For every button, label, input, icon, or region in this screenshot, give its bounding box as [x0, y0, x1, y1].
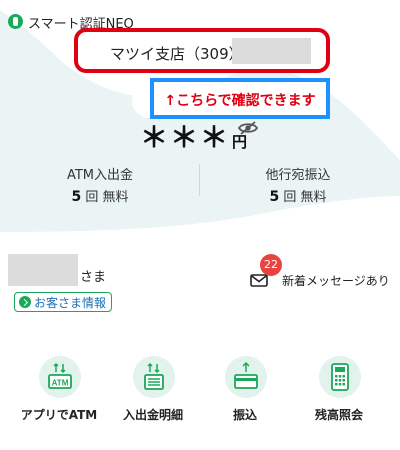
action-transfer-label: 振込 — [232, 408, 257, 422]
stat-atm: ATM入出金 5 回 無料 — [40, 164, 160, 205]
chevron-right-circle-icon — [19, 296, 31, 308]
action-statement[interactable]: 入出金明細 — [108, 356, 198, 426]
eye-off-icon[interactable] — [238, 120, 258, 136]
user-name-masked — [8, 254, 78, 286]
balance-value: ＊＊＊ — [140, 121, 231, 154]
action-app-atm[interactable]: ATM アプリでATM — [14, 356, 104, 426]
stat-atm-unit: 回 — [85, 190, 99, 205]
action-app-atm-label: アプリでATM — [20, 408, 98, 422]
callout-text: ↑こちらで確認できます — [164, 93, 316, 109]
action-transfer[interactable]: 振込 — [200, 356, 290, 426]
stat-transfer-unit: 回 — [283, 190, 297, 205]
action-balance-inquiry-label: 残高照会 — [314, 408, 363, 422]
customer-info-button[interactable]: お客さま情報 — [14, 292, 112, 312]
svg-text:ATM: ATM — [52, 379, 69, 388]
shield-icon — [8, 14, 23, 29]
stat-transfer-fee: 無料 — [300, 190, 327, 205]
account-branch-box: マツイ支店（309） — [74, 28, 330, 73]
statement-icon — [133, 356, 175, 398]
transfer-card-icon — [225, 356, 267, 398]
stat-atm-value: 5 回 無料 — [40, 186, 160, 205]
branch-label: マツイ支店（309） — [110, 45, 244, 63]
stat-transfer-value: 5 回 無料 — [238, 186, 358, 205]
stat-atm-fee: 無料 — [102, 190, 129, 205]
balance-display: ＊＊＊ 円 — [140, 116, 247, 154]
message-count-badge: 22 — [260, 254, 282, 276]
stat-transfer-count: 5 — [269, 189, 280, 205]
callout-annotation: ↑こちらで確認できます — [150, 78, 330, 119]
action-balance-inquiry[interactable]: 残高照会 — [294, 356, 384, 426]
stat-atm-count: 5 — [71, 189, 82, 205]
envelope-icon — [250, 274, 268, 287]
stat-divider — [199, 164, 200, 196]
stat-transfer: 他行宛振込 5 回 無料 — [238, 164, 358, 205]
stat-atm-label: ATM入出金 — [66, 168, 134, 183]
customer-info-label: お客さま情報 — [34, 295, 107, 310]
user-honorific: さま — [80, 270, 107, 285]
calculator-icon — [319, 356, 361, 398]
messages-button[interactable]: 22 新着メッセージあり — [250, 254, 400, 294]
stat-transfer-label: 他行宛振込 — [265, 168, 331, 183]
atm-icon: ATM — [39, 356, 81, 398]
action-statement-label: 入出金明細 — [122, 408, 183, 422]
messages-label: 新着メッセージあり — [282, 274, 390, 288]
account-number-masked — [232, 38, 311, 64]
